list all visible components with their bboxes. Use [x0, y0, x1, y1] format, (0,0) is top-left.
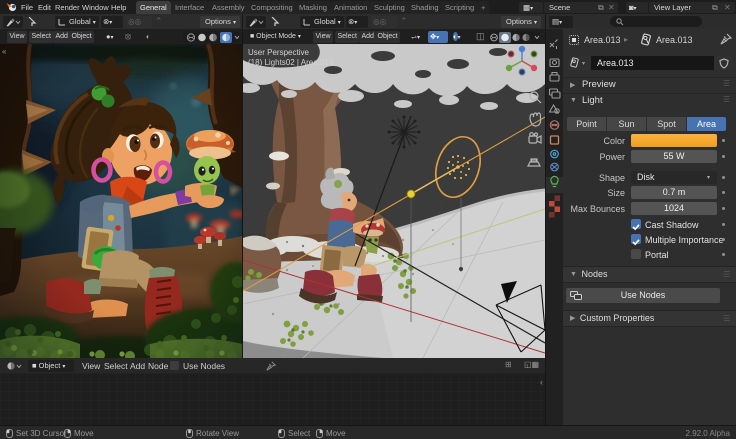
svg-text:(18) Lights02 | Area.013: (18) Lights02 | Area.013: [248, 58, 334, 67]
svg-text:‹: ‹: [540, 377, 543, 387]
svg-text:User Perspective: User Perspective: [248, 48, 309, 57]
